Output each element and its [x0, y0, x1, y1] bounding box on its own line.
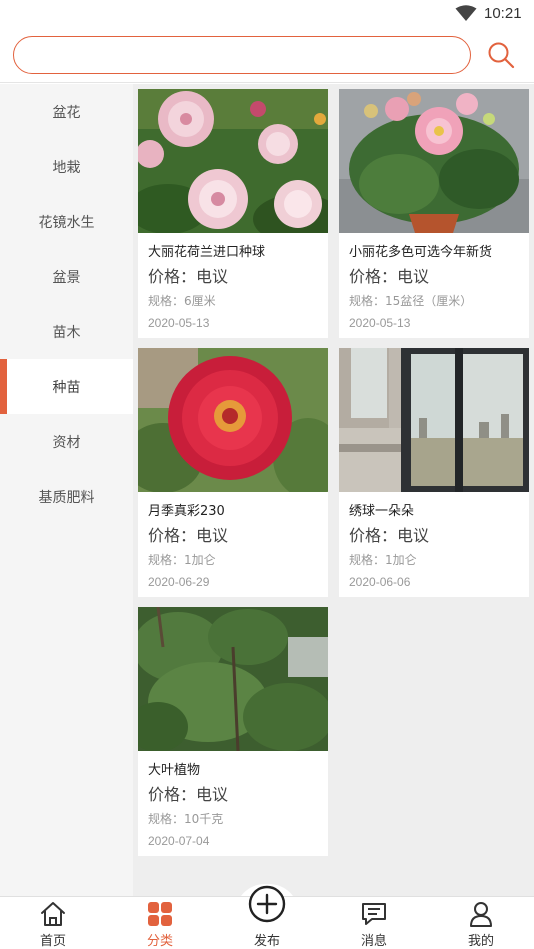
tab-profile[interactable]: 我的	[441, 897, 521, 949]
sidebar-item-label: 花镜水生	[38, 214, 95, 231]
product-date: 2020-06-29	[148, 575, 210, 589]
product-name: 大丽花荷兰进口种球	[148, 245, 266, 260]
publish-plus-icon	[248, 885, 286, 923]
sidebar-item-ground-planting[interactable]: 地栽	[0, 139, 133, 194]
status-time: 10:21	[484, 5, 522, 22]
product-price: 价格：电议	[148, 785, 229, 804]
product-card[interactable]: 绣球一朵朵 价格：电议 规格：1加仑 2020-06-06	[339, 348, 529, 597]
product-image-dahlia-pink-pot	[339, 89, 529, 233]
tab-category[interactable]: 分类	[120, 897, 200, 949]
bottom-tab-bar: 首页 分类 发布 消息 我的	[0, 885, 534, 949]
product-spec: 规格：15盆径（厘米）	[349, 294, 473, 308]
sidebar-item-nursery-trees[interactable]: 苗木	[0, 304, 133, 359]
category-icon	[148, 902, 172, 926]
product-card[interactable]: 大叶植物 价格：电议 规格：10千克 2020-07-04	[138, 607, 328, 856]
category-sidebar: 盆花 地栽 花镜水生 盆景 苗木 种苗 资材 基质肥料	[0, 84, 133, 896]
tab-messages[interactable]: 消息	[334, 897, 414, 949]
product-price: 价格：电议	[148, 267, 229, 286]
product-card[interactable]: 大丽花荷兰进口种球 价格：电议 规格：6厘米 2020-05-13	[138, 89, 328, 338]
tab-publish[interactable]: 发布	[227, 885, 307, 949]
search-bar	[0, 28, 534, 83]
message-icon	[362, 903, 386, 925]
product-grid: 大丽花荷兰进口种球 价格：电议 规格：6厘米 2020-05-13 小丽花多色可…	[133, 84, 534, 896]
tab-label: 发布	[253, 934, 280, 949]
home-icon	[41, 902, 65, 926]
product-price: 价格：电议	[349, 267, 430, 286]
tab-home[interactable]: 首页	[13, 897, 93, 949]
sidebar-item-substrate-fertilizer[interactable]: 基质肥料	[0, 469, 133, 524]
product-image-dahlia-white-pink	[138, 89, 328, 233]
wifi-icon	[455, 5, 477, 21]
sidebar-item-supplies[interactable]: 资材	[0, 414, 133, 469]
profile-icon	[470, 902, 492, 927]
tab-label: 我的	[467, 934, 494, 949]
product-image-red-rose	[138, 348, 328, 492]
sidebar-item-label: 苗木	[52, 324, 81, 341]
product-card[interactable]: 月季真彩230 价格：电议 规格：1加仑 2020-06-29	[138, 348, 328, 597]
product-date: 2020-07-04	[148, 834, 210, 848]
sidebar-item-label: 盆花	[52, 104, 81, 121]
sidebar-item-label: 盆景	[52, 269, 81, 286]
product-image-green-plant	[138, 607, 328, 751]
status-bar: 10:21	[0, 0, 534, 28]
product-date: 2020-06-06	[349, 575, 411, 589]
sidebar-item-seedlings[interactable]: 种苗	[0, 359, 133, 414]
sidebar-item-label: 基质肥料	[38, 489, 95, 506]
product-name: 大叶植物	[148, 763, 201, 778]
search-input[interactable]	[13, 36, 471, 74]
app-screen: 10:21 盆花 地栽 花镜水生 盆景 苗木 种苗 资材 基质肥料 大丽花荷兰进…	[0, 0, 534, 949]
sidebar-item-label: 地栽	[52, 159, 81, 176]
product-name: 月季真彩230	[148, 504, 225, 519]
tab-label: 分类	[146, 934, 173, 949]
tab-label: 消息	[360, 934, 387, 949]
product-image-window-view	[339, 348, 529, 492]
sidebar-item-bonsai[interactable]: 盆景	[0, 249, 133, 304]
sidebar-item-aquatic[interactable]: 花镜水生	[0, 194, 133, 249]
product-date: 2020-05-13	[349, 316, 411, 330]
search-icon[interactable]	[486, 40, 516, 70]
product-spec: 规格：10千克	[148, 812, 224, 826]
sidebar-item-label: 资材	[52, 434, 81, 451]
sidebar-item-label: 种苗	[52, 379, 81, 396]
product-price: 价格：电议	[349, 526, 430, 545]
product-date: 2020-05-13	[148, 316, 210, 330]
product-card[interactable]: 小丽花多色可选今年新货 价格：电议 规格：15盆径（厘米） 2020-05-13	[339, 89, 529, 338]
tab-label: 首页	[39, 934, 66, 949]
product-spec: 规格：1加仑	[148, 553, 216, 567]
product-name: 小丽花多色可选今年新货	[349, 245, 493, 260]
product-price: 价格：电议	[148, 526, 229, 545]
product-spec: 规格：6厘米	[148, 294, 216, 308]
product-name: 绣球一朵朵	[349, 504, 415, 519]
sidebar-item-potted-flowers[interactable]: 盆花	[0, 84, 133, 139]
product-spec: 规格：1加仑	[349, 553, 417, 567]
